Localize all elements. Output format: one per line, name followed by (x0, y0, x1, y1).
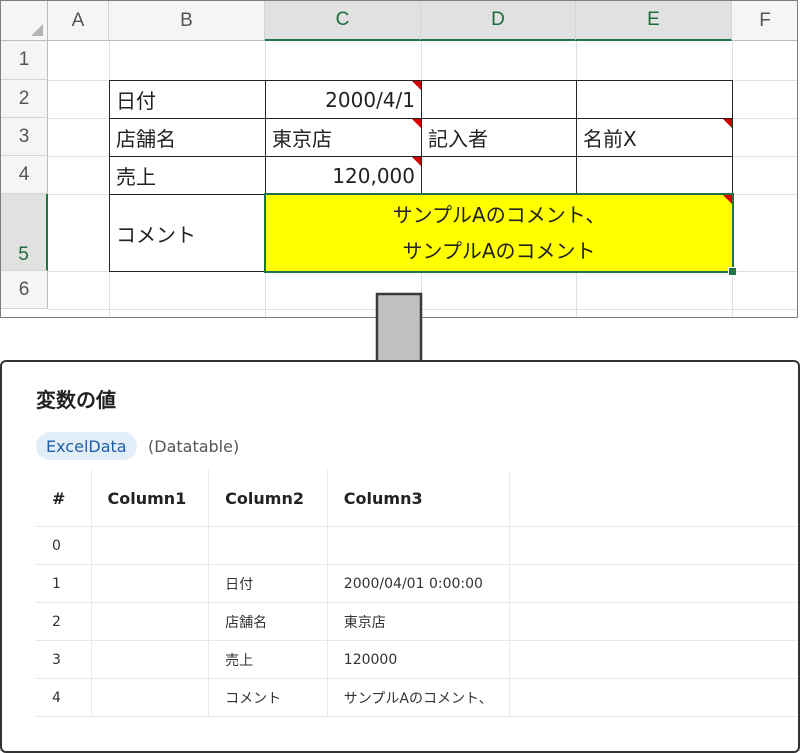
panel-title: 変数の値 (36, 388, 116, 412)
cell-c5-merged-selected[interactable]: サンプルAのコメント、 サンプルAのコメント (264, 193, 734, 273)
variable-name-chip[interactable]: ExcelData (36, 432, 137, 460)
cell-e2[interactable] (576, 80, 733, 119)
table-row[interactable]: 1 日付 2000/04/01 0:00:00 (36, 564, 798, 603)
column-header-a[interactable]: A (48, 1, 109, 41)
table-cell (208, 526, 328, 565)
table-cell (91, 640, 210, 679)
cell-b2[interactable]: 日付 (109, 80, 266, 119)
comment-indicator-icon (412, 81, 421, 90)
table-cell (327, 526, 510, 565)
table-cell: 2000/04/01 0:00:00 (327, 564, 510, 603)
comment-line-2: サンプルAのコメント (402, 239, 596, 263)
table-cell (91, 602, 210, 641)
header-filler (509, 470, 798, 527)
cell-e3-value: 名前X (583, 127, 637, 151)
table-cell: 3 (36, 640, 92, 679)
cell-c4-value: 120,000 (332, 163, 415, 188)
table-cell: サンプルAのコメント、 (327, 678, 510, 717)
cell-c3-value: 東京店 (272, 127, 332, 151)
table-row[interactable]: 4 コメント サンプルAのコメント、 (36, 678, 798, 717)
cell-b5[interactable]: コメント (109, 194, 266, 272)
row-header-1[interactable]: 1 (1, 41, 48, 80)
variable-value-panel: 変数の値 ExcelData (Datatable) # Column1 Col… (0, 360, 800, 753)
table-cell: 1 (36, 564, 92, 603)
column-header-d[interactable]: D (421, 1, 576, 41)
column-header-f[interactable]: F (732, 1, 797, 41)
excel-sheet: A B C D E F 1 2 3 4 5 6 日付 2000/4/1 店舗名 … (0, 0, 798, 318)
cell-d4[interactable] (421, 156, 577, 195)
table-cell: コメント (208, 678, 328, 717)
cell-b4[interactable]: 売上 (109, 156, 266, 195)
cell-c2[interactable]: 2000/4/1 (265, 80, 422, 119)
table-cell (509, 602, 798, 641)
cell-d3[interactable]: 記入者 (421, 118, 577, 157)
table-cell (509, 640, 798, 679)
comment-indicator-icon (412, 157, 421, 166)
table-cell (91, 526, 210, 565)
row-header-5[interactable]: 5 (1, 194, 48, 271)
cell-e3[interactable]: 名前X (576, 118, 733, 157)
table-cell (509, 564, 798, 603)
table-row[interactable]: 3 売上 120000 (36, 640, 798, 679)
cell-e4[interactable] (576, 156, 733, 195)
table-cell (509, 678, 798, 717)
table-cell: 4 (36, 678, 92, 717)
select-all-corner[interactable] (1, 1, 48, 41)
table-header-row: # Column1 Column2 Column3 (36, 470, 798, 527)
header-column3[interactable]: Column3 (327, 470, 510, 527)
table-cell: 2 (36, 602, 92, 641)
table-cell: 売上 (208, 640, 328, 679)
table-cell: 日付 (208, 564, 328, 603)
comment-indicator-icon (723, 195, 732, 204)
datatable: # Column1 Column2 Column3 0 1 日付 2000/04… (36, 470, 798, 717)
header-index[interactable]: # (36, 470, 92, 527)
row-header-4[interactable]: 4 (1, 156, 48, 194)
row-header-2[interactable]: 2 (1, 80, 48, 118)
comment-line-1: サンプルAのコメント、 (392, 203, 606, 227)
table-cell: 東京店 (327, 602, 510, 641)
table-cell: 店舗名 (208, 602, 328, 641)
column-header-e[interactable]: E (576, 1, 732, 41)
cell-c2-value: 2000/4/1 (325, 87, 415, 112)
fill-handle[interactable] (728, 267, 737, 276)
table-cell: 120000 (327, 640, 510, 679)
header-column1[interactable]: Column1 (91, 470, 210, 527)
cell-c3[interactable]: 東京店 (265, 118, 422, 157)
table-cell: 0 (36, 526, 92, 565)
row-header-3[interactable]: 3 (1, 118, 48, 156)
table-cell (509, 526, 798, 565)
cell-b3[interactable]: 店舗名 (109, 118, 266, 157)
header-column2[interactable]: Column2 (208, 470, 328, 527)
table-row[interactable]: 2 店舗名 東京店 (36, 602, 798, 641)
row-header-6[interactable]: 6 (1, 271, 48, 309)
column-header-c[interactable]: C (265, 1, 421, 41)
table-cell (91, 678, 210, 717)
table-row[interactable]: 0 (36, 526, 798, 565)
variable-type: (Datatable) (148, 436, 240, 456)
cell-d2[interactable] (421, 80, 577, 119)
comment-indicator-icon (723, 119, 732, 128)
comment-indicator-icon (412, 119, 421, 128)
table-cell (91, 564, 210, 603)
column-header-b[interactable]: B (109, 1, 265, 41)
cell-c4[interactable]: 120,000 (265, 156, 422, 195)
